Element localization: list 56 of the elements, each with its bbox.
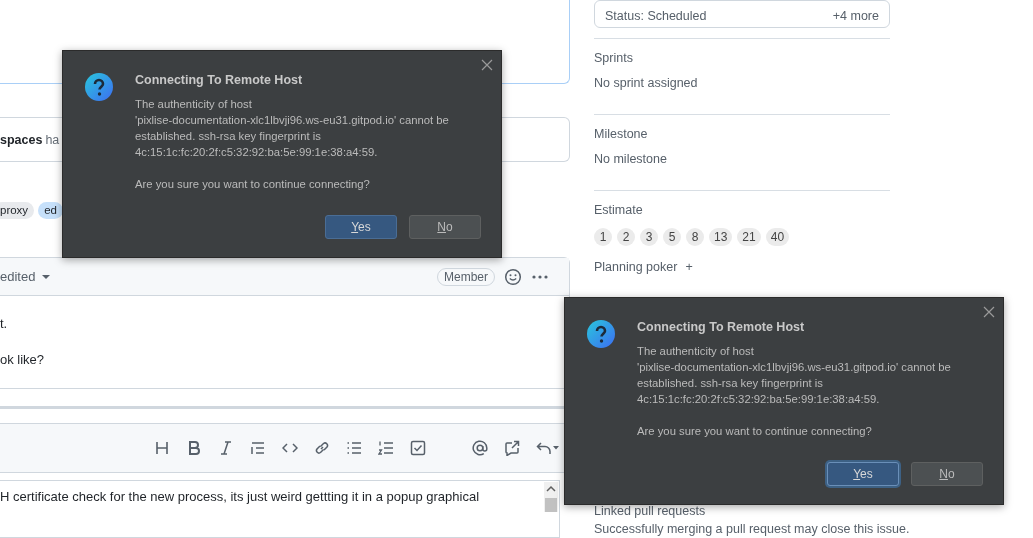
notice-text: ha: [45, 132, 60, 147]
comment-text: ok like?: [0, 352, 46, 367]
italic-icon[interactable]: [218, 440, 234, 456]
estimate-chip[interactable]: 1: [594, 228, 612, 246]
emoji-icon[interactable]: [504, 267, 522, 286]
section-value: No milestone: [594, 152, 668, 166]
dialog-title: Connecting To Remote Host: [135, 73, 304, 87]
add-button[interactable]: +: [685, 260, 693, 274]
reply-icon[interactable]: [536, 440, 560, 456]
heading-icon[interactable]: [154, 440, 170, 456]
dialog-button[interactable]: No: [409, 215, 481, 239]
dialog-title: Connecting To Remote Host: [637, 320, 806, 334]
bulleted-list-icon[interactable]: [346, 440, 362, 456]
bold-icon[interactable]: [186, 440, 202, 456]
section-value: Successfully merging a pull request may close this issue.: [594, 522, 910, 537]
section-heading[interactable]: Planning poker: [594, 260, 678, 274]
quote-icon[interactable]: [250, 440, 266, 456]
estimate-chip[interactable]: 21: [737, 228, 761, 246]
dialog-question: Are you sure you want to continue connecting?: [135, 177, 371, 192]
dialog-message: The authenticity of host 'pixlise-documentation-xlc1lbvji96.ws-eu31.gitpod.io' cannot be established. ssh-rsa key fingerprint is 4c:15:1c:fc:20:2f:c5:32:92:ba:5e:99:1e:38:a4:59.: [637, 344, 951, 407]
link-icon[interactable]: [314, 440, 330, 456]
section-heading[interactable]: Milestone: [594, 127, 890, 141]
caret-icon: [41, 273, 52, 280]
section-heading[interactable]: Linked pull requests: [594, 504, 890, 518]
close-icon[interactable]: [481, 59, 493, 71]
more-link[interactable]: +4 more: [832, 9, 879, 23]
comment-field[interactable]: H certificate check for the new process, its just weird gettting it in a popup graphical: [0, 480, 560, 538]
dialog-button[interactable]: No: [911, 462, 983, 486]
estimate-chip[interactable]: 2: [617, 228, 635, 246]
scrollbar-up-icon[interactable]: [544, 482, 558, 512]
section-value: No sprint assigned: [594, 76, 699, 90]
task-list-icon[interactable]: [410, 440, 426, 456]
question-icon: [587, 320, 615, 348]
estimate-chip[interactable]: 5: [663, 228, 681, 246]
comment-text: t.: [0, 316, 9, 331]
issue-label[interactable]: proxy: [0, 202, 35, 219]
close-icon[interactable]: [983, 306, 995, 318]
issue-label[interactable]: ed: [38, 202, 63, 219]
edited-menu[interactable]: edited: [0, 269, 52, 284]
numbered-list-icon[interactable]: [378, 440, 394, 456]
notice-text: spaces: [0, 132, 43, 147]
dialog-button[interactable]: Yes: [325, 215, 397, 239]
estimate-chip[interactable]: 8: [686, 228, 704, 246]
question-icon: [85, 73, 113, 101]
section-heading[interactable]: Sprints: [594, 51, 890, 65]
section-heading[interactable]: Estimate: [594, 203, 890, 217]
dialog-button[interactable]: Yes: [827, 462, 899, 486]
dialog-question: Are you sure you want to continue connecting?: [637, 424, 873, 439]
dialog-message: The authenticity of host 'pixlise-documentation-xlc1lbvji96.ws-eu31.gitpod.io' cannot be established. ssh-rsa key fingerprint is 4c:15:1c:fc:20:2f:c5:32:92:ba:5e:99:1e:38:a4:59.: [135, 97, 449, 160]
estimate-chip[interactable]: 13: [709, 228, 733, 246]
mention-icon[interactable]: [472, 440, 488, 456]
more-icon[interactable]: [531, 273, 549, 280]
status-text: Status: Scheduled: [605, 9, 707, 23]
estimate-chip[interactable]: 40: [765, 228, 790, 246]
estimate-chip[interactable]: 3: [640, 228, 658, 246]
cross-reference-icon[interactable]: [504, 440, 520, 456]
